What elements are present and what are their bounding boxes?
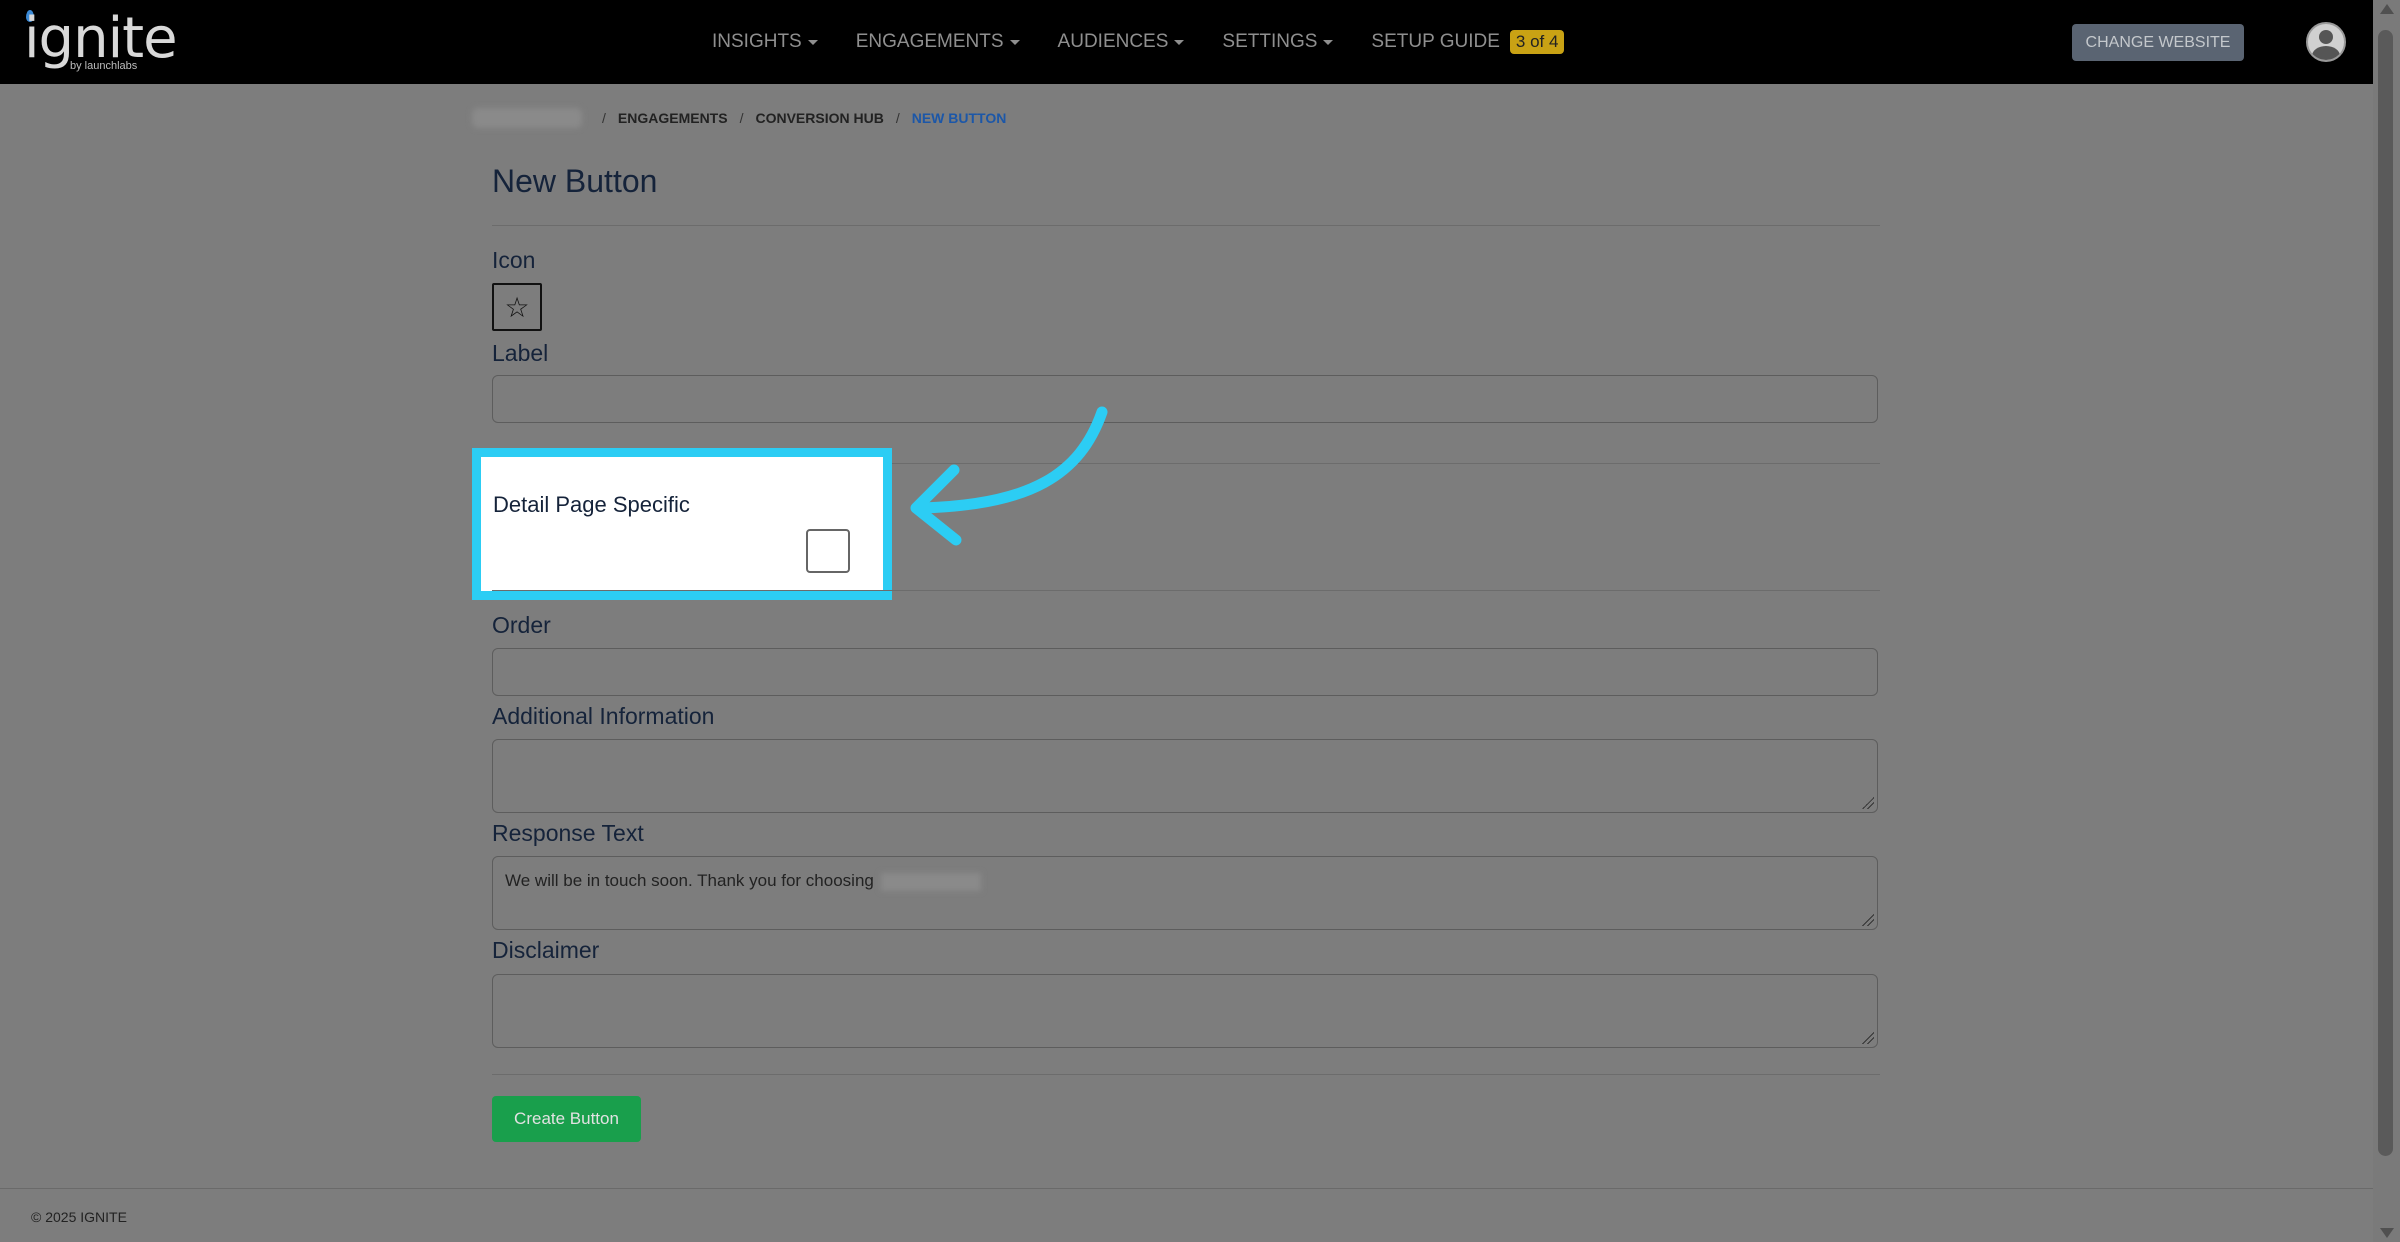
page-scrollbar[interactable] — [2373, 0, 2400, 1242]
icon-label: Icon — [492, 247, 536, 273]
response-text-label: Response Text — [492, 820, 644, 846]
scroll-up-icon[interactable] — [2380, 4, 2394, 14]
response-text-value: We will be in touch soon. Thank you for … — [505, 871, 874, 890]
label-input[interactable] — [492, 375, 1878, 423]
breadcrumb-separator: / — [739, 110, 744, 126]
menu-settings-label: SETTINGS — [1222, 31, 1318, 52]
label-field-label: Label — [492, 340, 549, 366]
detail-page-specific-checkbox[interactable] — [806, 529, 850, 573]
order-label: Order — [492, 612, 551, 638]
footer-divider — [0, 1188, 2373, 1189]
additional-information-textarea[interactable] — [492, 739, 1878, 813]
resize-handle-icon[interactable] — [1862, 797, 1874, 809]
breadcrumb-engagements[interactable]: ENGAGEMENTS — [618, 110, 728, 126]
resize-handle-icon[interactable] — [1862, 1032, 1874, 1044]
caret-down-icon — [1174, 39, 1185, 45]
disclaimer-label: Disclaimer — [492, 937, 600, 963]
menu-engagements[interactable]: ENGAGEMENTS — [856, 31, 1020, 53]
annotation-arrow-icon — [910, 406, 1108, 546]
icon-picker-button[interactable]: ☆ — [492, 283, 542, 331]
redacted-site-name — [880, 872, 981, 891]
menu-setup-guide-label: SETUP GUIDE — [1371, 31, 1500, 52]
resize-handle-icon[interactable] — [1862, 914, 1874, 926]
menu-insights-label: INSIGHTS — [712, 31, 802, 52]
breadcrumb-redacted-site[interactable] — [472, 108, 582, 128]
breadcrumb-conversion-hub[interactable]: CONVERSION HUB — [755, 110, 883, 126]
divider — [492, 1074, 1880, 1075]
menu-audiences-label: AUDIENCES — [1057, 31, 1169, 52]
caret-down-icon — [1009, 39, 1020, 45]
order-input[interactable] — [492, 648, 1878, 696]
page-title: New Button — [492, 163, 658, 199]
top-navbar: ignite by launchlabs INSIGHTS ENGAGEMENT… — [0, 0, 2373, 84]
breadcrumb-separator: / — [602, 110, 606, 126]
menu-insights[interactable]: INSIGHTS — [712, 31, 818, 53]
user-avatar-icon[interactable] — [2306, 22, 2346, 62]
avatar-body — [2312, 46, 2340, 60]
create-button[interactable]: Create Button — [492, 1096, 641, 1142]
main-menu: INSIGHTS ENGAGEMENTS AUDIENCES SETTINGS … — [712, 0, 1602, 84]
scroll-down-icon[interactable] — [2380, 1228, 2394, 1238]
breadcrumb-separator: / — [895, 110, 900, 126]
divider — [492, 225, 1880, 226]
caret-down-icon — [1323, 39, 1334, 45]
star-icon: ☆ — [504, 291, 530, 323]
scroll-thumb[interactable] — [2378, 30, 2393, 1156]
additional-information-label: Additional Information — [492, 703, 715, 729]
ignite-logo[interactable]: ignite by launchlabs — [24, 8, 178, 78]
breadcrumb: / ENGAGEMENTS / CONVERSION HUB / NEW BUT… — [472, 106, 1006, 130]
detail-page-specific-highlight: Detail Page Specific — [472, 448, 892, 600]
footer-copyright: © 2025 IGNITE — [31, 1209, 127, 1225]
setup-guide-badge: 3 of 4 — [1509, 30, 1565, 54]
divider — [492, 590, 1880, 591]
breadcrumb-new-button: NEW BUTTON — [911, 110, 1007, 126]
change-website-button[interactable]: CHANGE WEBSITE — [2072, 24, 2244, 61]
logo-subtext: by launchlabs — [70, 60, 138, 72]
menu-audiences[interactable]: AUDIENCES — [1058, 31, 1185, 53]
response-text-textarea[interactable]: We will be in touch soon. Thank you for … — [492, 856, 1878, 930]
menu-engagements-label: ENGAGEMENTS — [855, 31, 1004, 52]
avatar-head — [2319, 30, 2333, 44]
menu-settings[interactable]: SETTINGS — [1222, 31, 1334, 53]
caret-down-icon — [807, 39, 818, 45]
menu-setup-guide[interactable]: SETUP GUIDE 3 of 4 — [1371, 30, 1565, 54]
disclaimer-textarea[interactable] — [492, 974, 1878, 1048]
detail-page-specific-label: Detail Page Specific — [493, 492, 690, 517]
